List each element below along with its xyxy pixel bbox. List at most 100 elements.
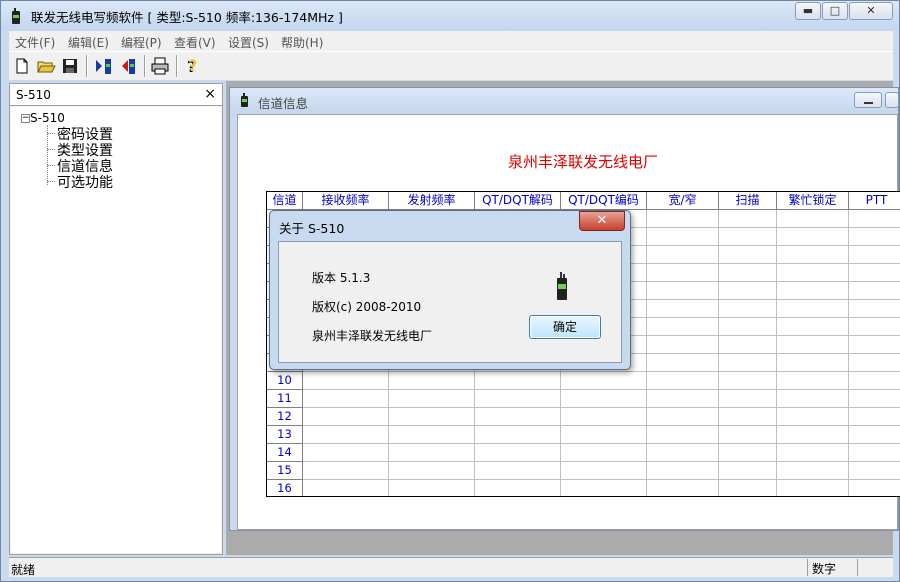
grid-cell[interactable] (777, 426, 849, 444)
column-header[interactable]: QT/DQT解码 (475, 192, 561, 210)
grid-cell[interactable] (777, 282, 849, 300)
pane-close-icon[interactable]: × (204, 86, 216, 102)
grid-cell[interactable] (777, 264, 849, 282)
column-header[interactable]: 宽/窄 (647, 192, 719, 210)
collapse-icon[interactable]: − (21, 114, 30, 123)
grid-cell[interactable] (777, 408, 849, 426)
grid-cell[interactable] (777, 354, 849, 372)
grid-cell[interactable] (647, 426, 719, 444)
grid-cell[interactable] (475, 480, 561, 496)
grid-cell[interactable] (719, 318, 777, 336)
child-title-bar[interactable]: 信道信息 (230, 88, 899, 112)
grid-cell[interactable] (849, 480, 900, 496)
child-minimize-button[interactable] (854, 92, 882, 108)
grid-cell[interactable] (849, 444, 900, 462)
help-icon[interactable]: ? ? (181, 55, 203, 77)
grid-cell[interactable] (849, 228, 900, 246)
grid-cell[interactable] (719, 462, 777, 480)
grid-cell[interactable] (389, 462, 475, 480)
grid-cell[interactable] (777, 480, 849, 496)
menu-settings[interactable]: 设置(S) (228, 34, 269, 51)
grid-cell[interactable] (389, 480, 475, 496)
grid-cell[interactable] (777, 336, 849, 354)
grid-cell[interactable] (719, 480, 777, 496)
grid-cell[interactable] (647, 300, 719, 318)
grid-cell[interactable] (719, 408, 777, 426)
grid-cell[interactable] (475, 390, 561, 408)
grid-cell[interactable] (719, 264, 777, 282)
grid-cell[interactable] (849, 246, 900, 264)
grid-cell[interactable] (849, 300, 900, 318)
print-icon[interactable] (149, 55, 171, 77)
grid-cell[interactable] (475, 372, 561, 390)
grid-cell[interactable] (719, 444, 777, 462)
grid-cell[interactable] (647, 480, 719, 496)
grid-cell[interactable] (475, 408, 561, 426)
grid-cell[interactable] (719, 390, 777, 408)
read-from-radio-icon[interactable] (93, 55, 115, 77)
grid-cell[interactable] (777, 318, 849, 336)
grid-cell[interactable] (777, 390, 849, 408)
minimize-button[interactable]: ▬ (795, 2, 821, 20)
menu-program[interactable]: 编程(P) (121, 34, 162, 51)
grid-cell[interactable] (647, 462, 719, 480)
child-maximize-button[interactable] (885, 92, 899, 108)
grid-cell[interactable] (719, 228, 777, 246)
grid-cell[interactable] (849, 390, 900, 408)
grid-cell[interactable] (389, 408, 475, 426)
column-header[interactable]: 信道 (267, 192, 303, 210)
grid-cell[interactable] (647, 444, 719, 462)
grid-cell[interactable] (561, 462, 647, 480)
grid-cell[interactable] (303, 408, 389, 426)
tree-item-optional-features[interactable]: 可选功能 (57, 172, 113, 192)
maximize-button[interactable]: □ (822, 2, 848, 20)
column-header[interactable]: 繁忙锁定 (777, 192, 849, 210)
column-header[interactable]: PTT (849, 192, 900, 210)
column-header[interactable]: QT/DQT编码 (561, 192, 647, 210)
title-bar[interactable]: 联发无线电写频软件 [ 类型:S-510 频率:136-174MHz ] ▬ □… (1, 1, 899, 30)
grid-cell[interactable] (303, 444, 389, 462)
grid-cell[interactable] (389, 372, 475, 390)
grid-cell[interactable] (777, 246, 849, 264)
write-to-radio-icon[interactable] (117, 55, 139, 77)
grid-cell[interactable] (719, 372, 777, 390)
grid-cell[interactable] (303, 480, 389, 496)
grid-cell[interactable] (849, 318, 900, 336)
grid-cell[interactable] (777, 444, 849, 462)
grid-cell[interactable] (849, 372, 900, 390)
new-file-icon[interactable] (11, 55, 33, 77)
menu-help[interactable]: 帮助(H) (281, 34, 323, 51)
grid-cell[interactable] (849, 462, 900, 480)
close-button[interactable]: ✕ (849, 2, 893, 20)
grid-cell[interactable] (849, 282, 900, 300)
grid-cell[interactable] (719, 300, 777, 318)
row-number[interactable]: 14 (267, 444, 303, 462)
grid-cell[interactable] (561, 444, 647, 462)
grid-cell[interactable] (647, 336, 719, 354)
grid-cell[interactable] (389, 444, 475, 462)
menu-edit[interactable]: 编辑(E) (68, 34, 109, 51)
grid-cell[interactable] (849, 426, 900, 444)
tree-root[interactable]: −S-510 (21, 111, 65, 125)
grid-cell[interactable] (475, 426, 561, 444)
row-number[interactable]: 10 (267, 372, 303, 390)
grid-cell[interactable] (303, 462, 389, 480)
grid-cell[interactable] (475, 444, 561, 462)
grid-cell[interactable] (849, 408, 900, 426)
grid-cell[interactable] (647, 408, 719, 426)
grid-cell[interactable] (849, 354, 900, 372)
grid-cell[interactable] (561, 480, 647, 496)
grid-cell[interactable] (719, 426, 777, 444)
grid-cell[interactable] (849, 264, 900, 282)
grid-cell[interactable] (561, 372, 647, 390)
grid-cell[interactable] (389, 390, 475, 408)
grid-cell[interactable] (561, 408, 647, 426)
row-number[interactable]: 16 (267, 480, 303, 496)
grid-cell[interactable] (777, 210, 849, 228)
column-header[interactable]: 发射频率 (389, 192, 475, 210)
grid-cell[interactable] (647, 318, 719, 336)
grid-cell[interactable] (777, 228, 849, 246)
grid-cell[interactable] (719, 354, 777, 372)
grid-cell[interactable] (777, 300, 849, 318)
grid-cell[interactable] (303, 372, 389, 390)
